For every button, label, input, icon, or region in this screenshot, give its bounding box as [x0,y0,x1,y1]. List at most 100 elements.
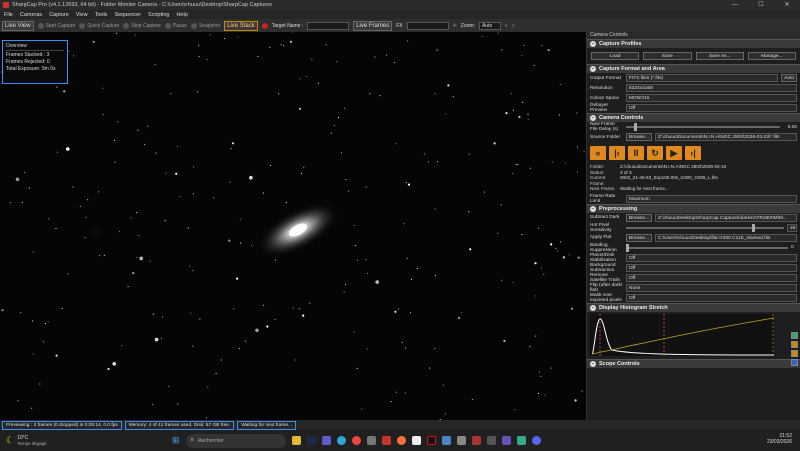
zoom-tool-icon[interactable]: ⌕ [512,23,515,29]
skip-back-icon[interactable]: |‹ [609,146,625,160]
section-preprocessing[interactable]: − Preprocessing [587,203,800,213]
dark-browse-button[interactable]: Browse... [626,213,652,222]
hot-pixel-value[interactable]: 25 [787,223,797,232]
start-capture-button[interactable]: Start Capture [37,22,75,29]
app-icon-1[interactable] [366,436,376,445]
planet-stab-select[interactable]: Off [626,253,797,262]
star [576,112,578,114]
menu-tools[interactable]: Tools [95,12,108,18]
app-icon-6[interactable] [486,436,496,445]
manage-profiles-button[interactable]: Manage... [747,52,796,60]
star [434,93,436,95]
crosshair-icon[interactable]: ✛ [453,23,457,29]
colour-space-select[interactable]: MONO16 [626,94,797,102]
taskbar-search[interactable]: ⌕ Rechercher [185,433,286,448]
flat-file-select[interactable]: C:\Users\chuuu\Desktop\flat G300 C11E_st… [655,233,797,242]
resolution-select[interactable]: 6224x4168 [626,84,797,92]
close-button[interactable]: ✕ [774,0,800,10]
mask-overexposed-select[interactable]: Off [626,293,797,302]
windows-start-icon[interactable]: ⊞ [172,435,180,446]
skip-forward-icon[interactable]: ›| [685,146,701,160]
flip-select[interactable]: None [626,283,797,292]
sharpcap-icon[interactable] [471,436,481,445]
slider-knob[interactable] [633,123,637,131]
frame-rate-select[interactable]: Maximum [626,194,797,203]
section-scope-controls[interactable]: − Scope Controls [587,358,800,368]
color-picker-icon[interactable]: ◐ [505,23,508,29]
satellite-trails-select[interactable]: Off [626,273,797,282]
banding-slider[interactable] [626,243,788,252]
app-icon-8[interactable] [516,436,526,445]
record-toggle[interactable] [261,22,268,29]
app-icon-3[interactable] [411,436,421,445]
debayer-select[interactable]: Off [626,104,797,112]
discord-icon[interactable] [531,436,541,445]
weather-widget[interactable]: ☾ 10°C Temps dégagé [0,435,110,446]
section-capture-profiles[interactable]: − Capture Profiles [587,39,800,48]
zoom-select[interactable]: Auto [478,21,501,30]
menu-help[interactable]: Help [176,12,187,18]
photoshop-icon[interactable] [306,436,316,445]
app-icon-2[interactable] [381,436,391,445]
fx-select[interactable] [406,21,449,30]
chrome-icon[interactable] [351,436,361,445]
section-capture-format[interactable]: − Capture Format and Area [587,64,800,73]
snapshot-button[interactable]: Snapshot [190,22,220,29]
bg-subtraction-select[interactable]: Off [626,263,797,272]
slider-knob[interactable] [752,223,756,232]
clock[interactable]: 21:52 23/03/2026 [767,433,792,445]
source-browse-button[interactable]: Browse... [626,133,652,141]
menu-sequencer[interactable]: Sequencer [114,12,141,18]
file-explorer-icon[interactable] [291,436,301,445]
live-stack-button[interactable]: Live Stack [224,20,258,31]
save-profile-button[interactable]: Save [643,52,692,60]
rewind-icon[interactable]: « [590,146,606,160]
menu-file[interactable]: File [4,12,13,18]
quick-capture-button[interactable]: Quick Capture [79,22,119,29]
live-view-button[interactable]: Live View [2,20,34,31]
histogram-display[interactable] [590,313,775,356]
mask-overexposed-label: Mask over exposed pixels [590,292,622,303]
section-camera-controls[interactable]: − Camera Controls [587,113,800,122]
lock-icon[interactable] [791,350,798,357]
save-as-profile-button[interactable]: Save As... [695,52,744,60]
new-frame-delay-slider[interactable] [626,123,780,131]
menu-scripting[interactable]: Scripting [148,12,169,18]
app-icon-7[interactable] [501,436,511,445]
slider-knob[interactable] [626,243,629,252]
stop-capture-button[interactable]: Stop Capture [123,22,161,29]
refresh-icon[interactable]: ↻ [647,146,663,160]
target-name-input[interactable] [307,21,350,30]
section-histogram[interactable]: − Display Histogram Stretch [587,302,800,312]
star [407,183,411,186]
star [406,257,408,259]
menu-cameras[interactable]: Cameras [20,12,42,18]
minimize-button[interactable]: — [722,0,748,10]
save-stretch-icon[interactable] [791,359,798,366]
reset-stretch-icon[interactable] [791,341,798,348]
menu-view[interactable]: View [76,12,88,18]
netflix-icon[interactable] [426,436,436,445]
live-frames-select[interactable]: Live Frames [353,20,393,31]
teams-icon[interactable] [321,436,331,445]
source-folder-input[interactable]: Z:\chuuu\Documents\N.I.N.A\NGC 2903\2026… [655,133,797,141]
image-viewport[interactable] [0,32,586,420]
output-format-select[interactable]: FITS files (*.fits) [626,74,779,82]
pause-icon[interactable]: II [628,146,644,160]
edge-icon[interactable] [336,436,346,445]
star [66,147,70,151]
maximize-button[interactable]: ☐ [748,0,774,10]
play-icon[interactable]: ▶ [666,146,682,160]
dark-file-select[interactable]: Z:\chuuu\Desktop\SharpCap Captures\darks… [655,213,797,222]
firefox-icon[interactable] [396,436,406,445]
auto-stretch-icon[interactable] [791,332,798,339]
flat-browse-button[interactable]: Browse... [626,233,652,242]
app-icon-5[interactable] [456,436,466,445]
star [177,403,179,405]
load-profile-button[interactable]: Load [591,52,640,60]
pause-button[interactable]: Pause [164,22,187,29]
hot-pixel-slider[interactable] [626,223,784,232]
menu-capture[interactable]: Capture [49,12,69,18]
app-icon-4[interactable] [441,436,451,445]
auto-button[interactable]: Auto [781,74,797,82]
